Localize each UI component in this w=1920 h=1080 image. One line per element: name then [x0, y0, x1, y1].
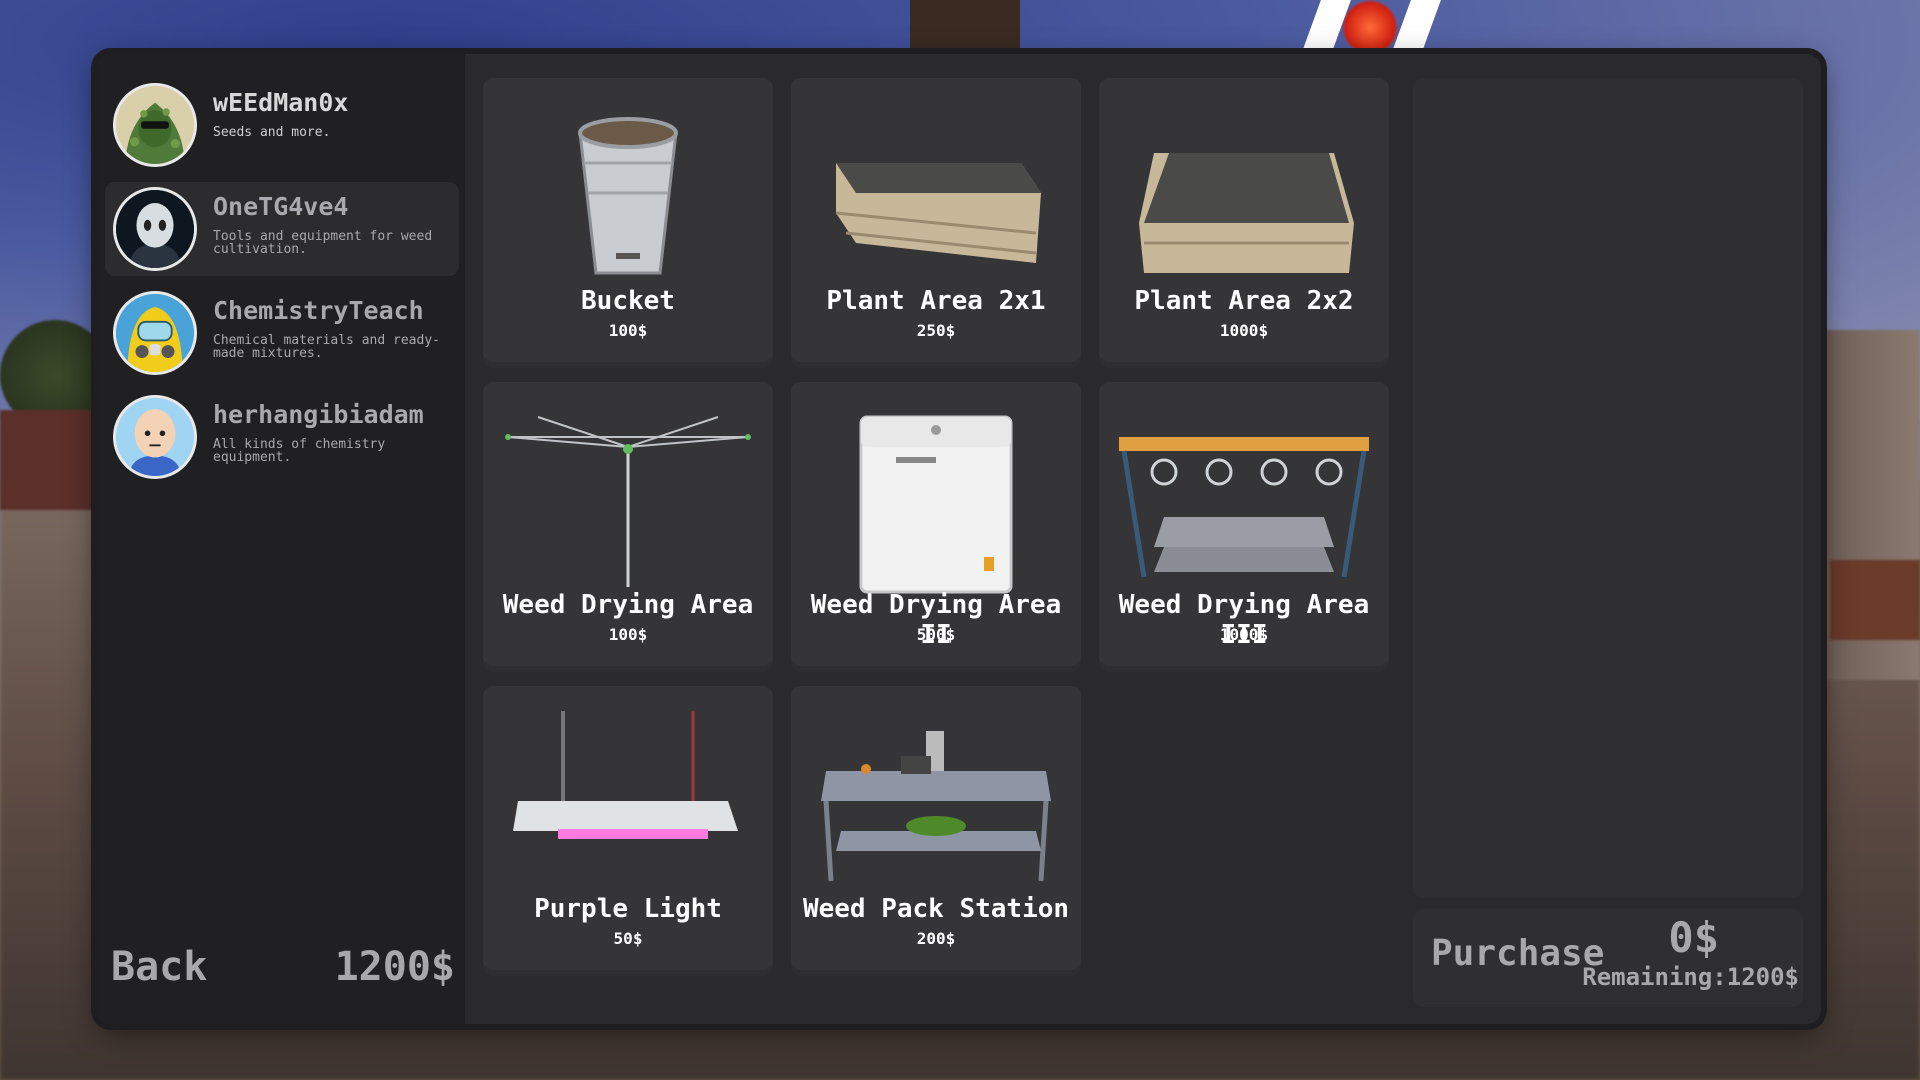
contact-herhangibiadam[interactable]: herhangibiadam All kinds of chemistry eq… — [105, 390, 459, 484]
hazmat-avatar-icon — [113, 291, 197, 375]
item-title: Purple Light — [534, 894, 722, 924]
shop-item-purple-light[interactable]: Purple Light 50$ — [483, 686, 773, 976]
item-title: Bucket — [581, 286, 675, 316]
contact-weedman0x[interactable]: wEEdMan0x Seeds and more. — [105, 78, 459, 172]
shop-panel: wEEdMan0x Seeds and more. OneTG4ve4 Tool… — [97, 54, 1821, 1024]
back-button[interactable]: Back — [111, 944, 207, 990]
balance: 1200$ — [334, 944, 455, 990]
bucket-icon — [578, 117, 678, 275]
shop-item-weed-drying-area-iii[interactable]: Weed Drying Area III 1000$ — [1099, 382, 1389, 672]
item-price: 500$ — [916, 625, 956, 644]
contact-chemistryteach[interactable]: ChemistryTeach Chemical materials and re… — [105, 286, 459, 380]
item-price: 1000$ — [1219, 321, 1269, 340]
planter-box-large-icon — [1139, 153, 1354, 273]
item-price: 250$ — [916, 321, 956, 340]
bald-man-avatar-icon — [113, 395, 197, 479]
white-cabinet-icon — [859, 415, 1013, 594]
pole — [910, 0, 1020, 60]
red-light — [1340, 0, 1400, 55]
contact-name: ChemistryTeach — [213, 296, 424, 325]
item-title: Weed Drying Area — [502, 590, 754, 620]
drying-rack-icon — [1119, 437, 1369, 578]
shop-item-weed-drying-area-ii[interactable]: Weed Drying Area II 500$ — [791, 382, 1081, 672]
contact-description: Seeds and more. — [213, 125, 331, 140]
shop-item-bucket[interactable]: Bucket 100$ — [483, 78, 773, 368]
contact-name: herhangibiadam — [213, 400, 424, 429]
shop-item-plant-area-2x1[interactable]: Plant Area 2x1 250$ — [791, 78, 1081, 368]
item-price: 1000$ — [1219, 625, 1269, 644]
item-title: Weed Pack Station — [802, 894, 1070, 924]
remaining-balance: Remaining:1200$ — [1582, 963, 1799, 991]
fence — [0, 410, 100, 510]
shop-item-plant-area-2x2[interactable]: Plant Area 2x2 1000$ — [1099, 78, 1389, 368]
contact-description: Tools and equipment for weed cultivation… — [213, 229, 433, 257]
purchase-button[interactable]: Purchase — [1431, 933, 1604, 974]
item-price: 200$ — [916, 929, 956, 948]
item-title: Plant Area 2x2 — [1134, 286, 1354, 316]
contacts-sidebar: wEEdMan0x Seeds and more. OneTG4ve4 Tool… — [97, 54, 465, 1024]
contact-name: wEEdMan0x — [213, 88, 349, 117]
robot-avatar-icon — [113, 187, 197, 271]
rotary-clothesline-icon — [505, 416, 751, 587]
contact-description: All kinds of chemistry equipment. — [213, 437, 386, 465]
purchase-panel: Purchase 0$ Remaining:1200$ — [1413, 909, 1803, 1007]
item-price: 100$ — [608, 625, 648, 644]
sign — [1830, 560, 1920, 640]
total-cost: 0$ — [1668, 913, 1719, 962]
pack-table-icon — [821, 731, 1051, 882]
contact-name: OneTG4ve4 — [213, 192, 349, 221]
planter-box-icon — [835, 163, 1041, 263]
green-hooded-avatar-icon — [113, 83, 197, 167]
grow-light-icon — [513, 711, 738, 839]
item-title: Plant Area 2x1 — [826, 286, 1046, 316]
cart-area — [1413, 78, 1803, 898]
contact-description: Chemical materials and ready-made mixtur… — [213, 333, 440, 361]
item-price: 50$ — [613, 929, 643, 948]
shop-item-weed-drying-area[interactable]: Weed Drying Area 100$ — [483, 382, 773, 672]
contact-onetg4ve4[interactable]: OneTG4ve4 Tools and equipment for weed c… — [105, 182, 459, 276]
item-price: 100$ — [608, 321, 648, 340]
shop-item-weed-pack-station[interactable]: Weed Pack Station 200$ — [791, 686, 1081, 976]
